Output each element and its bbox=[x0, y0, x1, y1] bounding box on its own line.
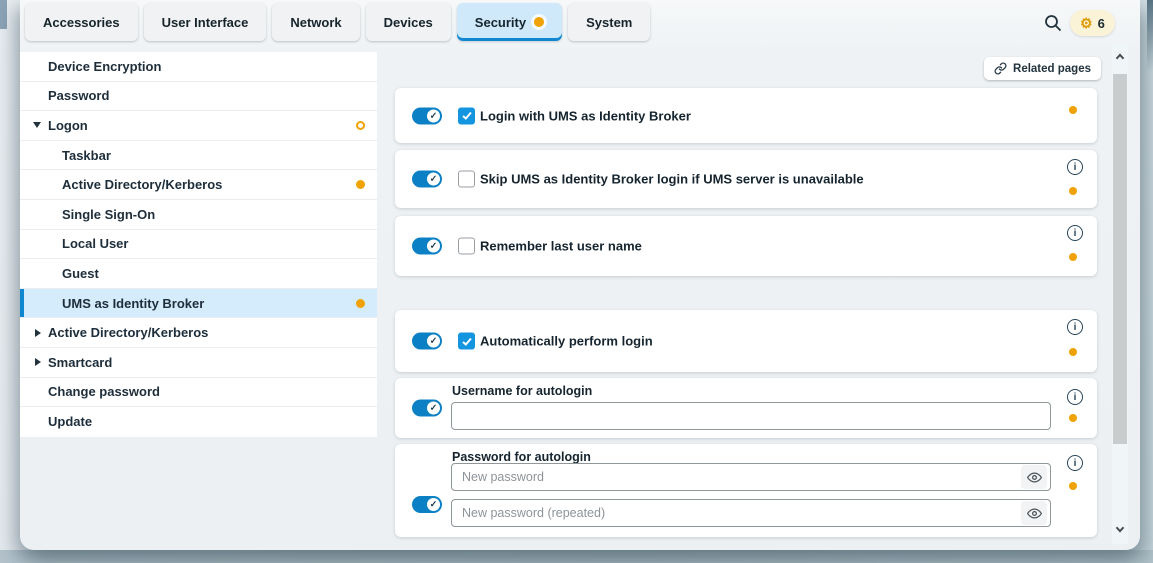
sidebar-item-label: Taskbar bbox=[62, 148, 111, 163]
info-icon[interactable]: i bbox=[1067, 159, 1083, 175]
setting-label: Login with UMS as Identity Broker bbox=[480, 108, 691, 123]
show-password-button[interactable] bbox=[1021, 501, 1047, 525]
toggle-knob-check: ✓ bbox=[427, 173, 440, 186]
chevron-down-icon[interactable] bbox=[33, 122, 41, 128]
tab-accessories[interactable]: Accessories bbox=[25, 3, 138, 41]
sidebar-item-change-password[interactable]: Change password bbox=[20, 378, 377, 408]
toggle-on[interactable]: ✓ bbox=[412, 107, 442, 124]
field-label: Password for autologin bbox=[452, 450, 591, 464]
link-icon bbox=[994, 62, 1007, 75]
setting-row-username-for-autologin: ✓ Username for autologin i bbox=[395, 378, 1097, 438]
scrollbar-thumb[interactable] bbox=[1113, 74, 1127, 444]
toggle-on[interactable]: ✓ bbox=[412, 171, 442, 188]
sidebar-item-active-directory-kerberos-group[interactable]: Active Directory/Kerberos bbox=[20, 318, 377, 348]
toggle-knob-check: ✓ bbox=[427, 498, 440, 511]
info-icon[interactable]: i bbox=[1067, 455, 1083, 471]
sidebar-item-label: Active Directory/Kerberos bbox=[48, 325, 208, 340]
tab-label: Accessories bbox=[43, 15, 120, 30]
sidebar-item-ums-as-identity-broker[interactable]: UMS as Identity Broker bbox=[20, 289, 377, 319]
chevron-right-icon[interactable] bbox=[35, 329, 41, 337]
sidebar-item-device-encryption[interactable]: Device Encryption bbox=[20, 52, 377, 82]
desktop-bottom-band bbox=[0, 550, 1153, 563]
badge-count: 6 bbox=[1098, 16, 1105, 31]
eye-icon bbox=[1027, 470, 1042, 485]
setting-label: Skip UMS as Identity Broker login if UMS… bbox=[480, 172, 864, 187]
modified-dot bbox=[1069, 106, 1077, 114]
checkbox-unchecked[interactable] bbox=[458, 238, 475, 255]
modified-dot bbox=[1069, 348, 1077, 356]
username-autologin-input[interactable] bbox=[451, 402, 1051, 430]
sidebar-item-label: UMS as Identity Broker bbox=[62, 296, 204, 311]
checkbox-checked[interactable] bbox=[458, 333, 475, 350]
desktop-left-strip bbox=[0, 0, 7, 29]
sidebar-item-label: Update bbox=[48, 414, 92, 429]
toggle-knob-check: ✓ bbox=[427, 240, 440, 253]
modified-dot bbox=[1069, 253, 1077, 261]
modified-dot bbox=[1069, 482, 1077, 490]
setting-label: Remember last user name bbox=[480, 239, 642, 254]
settings-panel: Related pages ✓ Login with UMS as Identi… bbox=[395, 0, 1097, 550]
tab-label: User Interface bbox=[162, 15, 249, 30]
toggle-knob-check: ✓ bbox=[427, 109, 440, 122]
tab-label: Network bbox=[290, 15, 341, 30]
scroll-up-icon[interactable] bbox=[1112, 46, 1128, 68]
selected-indicator bbox=[20, 289, 24, 318]
sidebar-item-label: Active Directory/Kerberos bbox=[62, 177, 222, 192]
sidebar-item-smartcard[interactable]: Smartcard bbox=[20, 348, 377, 378]
sidebar-item-label: Smartcard bbox=[48, 355, 112, 370]
sidebar-item-label: Single Sign-On bbox=[62, 207, 155, 222]
setting-row-login-with-ums: ✓ Login with UMS as Identity Broker bbox=[395, 88, 1097, 143]
sidebar-item-label: Local User bbox=[62, 236, 128, 251]
sidebar-item-taskbar[interactable]: Taskbar bbox=[20, 141, 377, 171]
modified-dot bbox=[1069, 414, 1077, 422]
sidebar-item-update[interactable]: Update bbox=[20, 407, 377, 437]
toggle-on[interactable]: ✓ bbox=[412, 496, 442, 513]
setting-row-automatically-perform-login: ✓ Automatically perform login i bbox=[395, 310, 1097, 372]
info-icon[interactable]: i bbox=[1067, 319, 1083, 335]
sidebar-item-label: Change password bbox=[48, 384, 160, 399]
settings-nav-sidebar: Device Encryption Password Logon Taskbar… bbox=[20, 52, 377, 437]
toggle-knob-check: ✓ bbox=[427, 402, 440, 415]
sidebar-item-label: Password bbox=[48, 88, 109, 103]
sidebar-item-single-sign-on[interactable]: Single Sign-On bbox=[20, 200, 377, 230]
modified-ring bbox=[356, 121, 365, 130]
show-password-button[interactable] bbox=[1021, 465, 1047, 489]
modified-dot bbox=[356, 299, 365, 308]
field-label: Username for autologin bbox=[452, 384, 592, 398]
modified-dot bbox=[1069, 187, 1077, 195]
checkbox-checked[interactable] bbox=[458, 107, 475, 124]
sidebar-item-label: Logon bbox=[48, 118, 88, 133]
sidebar-item-guest[interactable]: Guest bbox=[20, 259, 377, 289]
toggle-knob-check: ✓ bbox=[427, 335, 440, 348]
toggle-on[interactable]: ✓ bbox=[412, 400, 442, 417]
vertical-scrollbar[interactable] bbox=[1112, 44, 1128, 544]
scroll-down-icon[interactable] bbox=[1112, 518, 1128, 540]
info-icon[interactable]: i bbox=[1067, 225, 1083, 241]
desktop-right-strip bbox=[1147, 0, 1153, 72]
info-icon[interactable]: i bbox=[1067, 389, 1083, 405]
sidebar-item-password[interactable]: Password bbox=[20, 82, 377, 112]
setting-row-skip-ums-login: ✓ Skip UMS as Identity Broker login if U… bbox=[395, 150, 1097, 208]
setup-window: Accessories User Interface Network Devic… bbox=[20, 0, 1140, 550]
sidebar-item-local-user[interactable]: Local User bbox=[20, 230, 377, 260]
sidebar-item-active-directory-kerberos[interactable]: Active Directory/Kerberos bbox=[20, 170, 377, 200]
eye-icon bbox=[1027, 506, 1042, 521]
modified-dot bbox=[356, 180, 365, 189]
sidebar-item-label: Guest bbox=[62, 266, 99, 281]
toggle-on[interactable]: ✓ bbox=[412, 238, 442, 255]
repeat-password-input[interactable] bbox=[451, 499, 1051, 527]
setting-label: Automatically perform login bbox=[480, 334, 653, 349]
sidebar-item-logon[interactable]: Logon bbox=[20, 111, 377, 141]
toggle-on[interactable]: ✓ bbox=[412, 333, 442, 350]
checkbox-unchecked[interactable] bbox=[458, 171, 475, 188]
setting-row-remember-last-user: ✓ Remember last user name i bbox=[395, 216, 1097, 276]
tab-user-interface[interactable]: User Interface bbox=[144, 3, 267, 41]
chevron-right-icon[interactable] bbox=[35, 358, 41, 366]
setting-row-password-for-autologin: ✓ Password for autologin i bbox=[395, 444, 1097, 537]
tab-network[interactable]: Network bbox=[272, 3, 359, 41]
new-password-input[interactable] bbox=[451, 463, 1051, 491]
related-pages-button[interactable]: Related pages bbox=[984, 57, 1101, 80]
sidebar-item-label: Device Encryption bbox=[48, 59, 161, 74]
related-pages-label: Related pages bbox=[1013, 63, 1091, 75]
